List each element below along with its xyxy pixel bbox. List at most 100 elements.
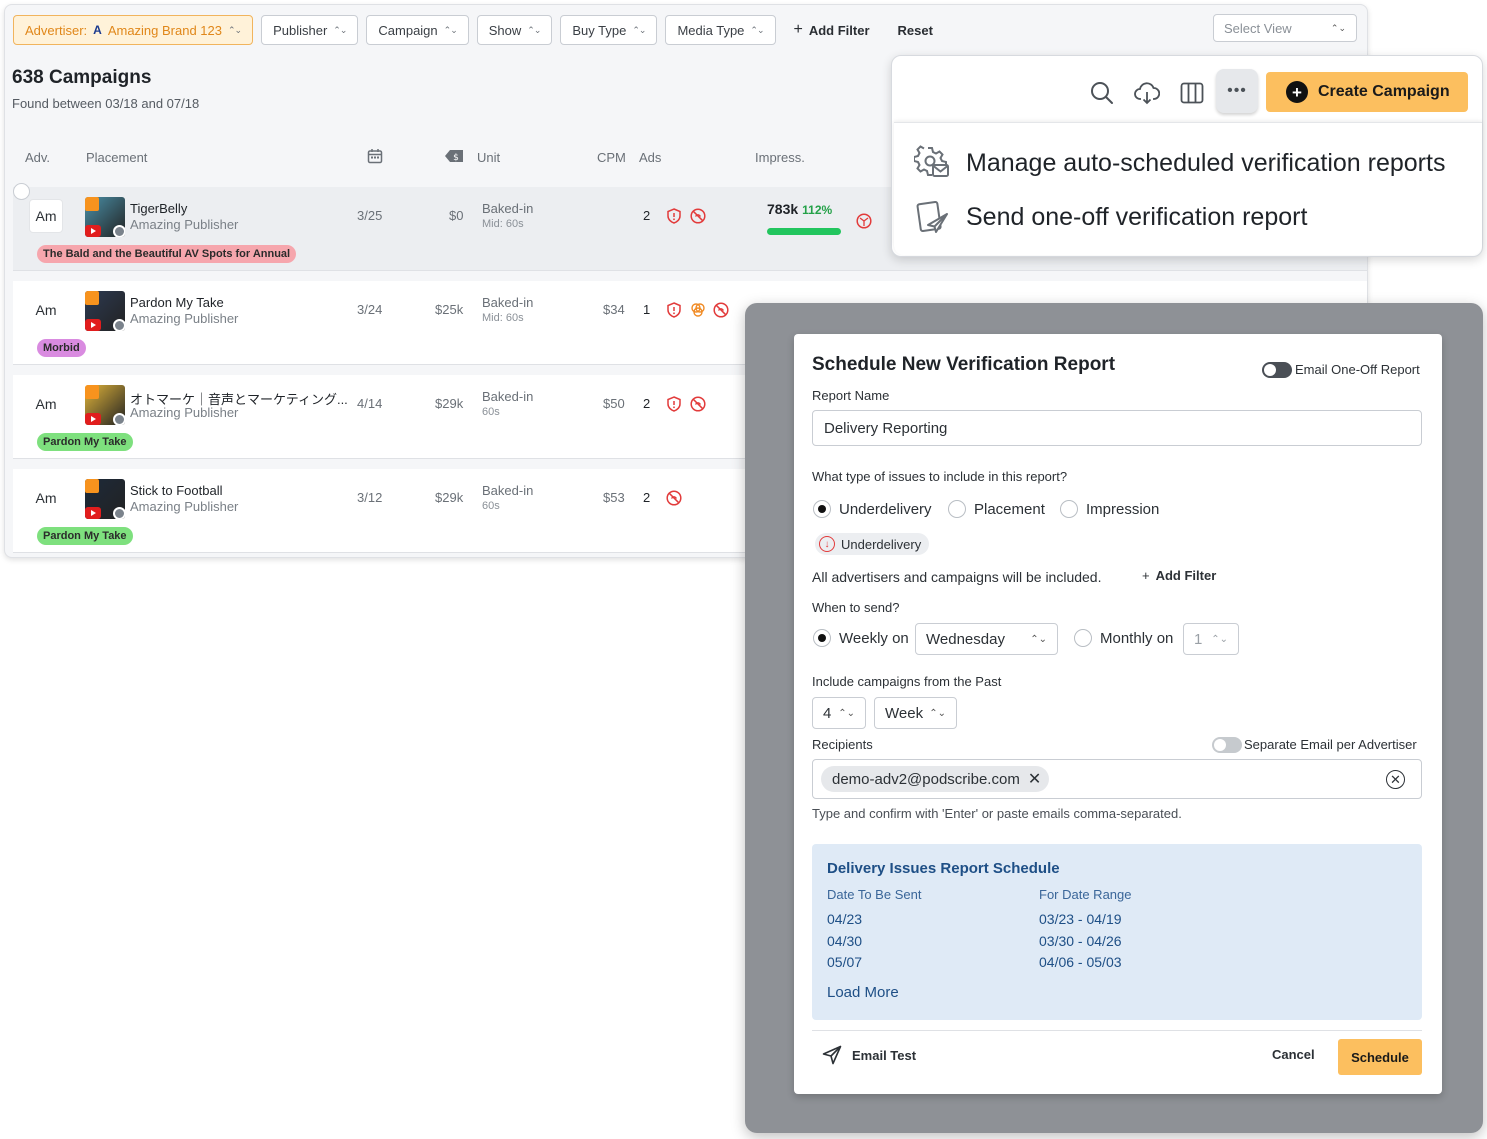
schedule-range: 03/30 - 04/26 (1039, 933, 1122, 949)
separate-email-toggle[interactable] (1212, 737, 1242, 753)
arrow-down-circle-icon: ↓ (819, 536, 835, 552)
schedule-title: Delivery Issues Report Schedule (827, 860, 1060, 877)
cancel-button[interactable]: Cancel (1272, 1047, 1315, 1062)
sync-icon (113, 507, 125, 519)
media-type-filter[interactable]: Media Type ⌃⌄ (665, 15, 776, 45)
shield-alert-icon[interactable] (666, 208, 682, 224)
weekday-select[interactable]: Wednesday ⌃⌄ (915, 623, 1058, 655)
podcast-artwork (85, 197, 125, 237)
modal-overlay[interactable]: Schedule New Verification Report Email O… (745, 303, 1483, 1133)
chevron-updown-icon: ⌃⌄ (333, 24, 347, 35)
menu-item-label: Send one-off verification report (966, 202, 1308, 231)
advertiser-filter-value: Amazing Brand 123 (107, 22, 222, 38)
email-one-off-toggle[interactable] (1262, 362, 1292, 378)
podcast-artwork (85, 479, 125, 519)
placement-name[interactable]: TigerBelly (130, 201, 187, 216)
overlap-icon[interactable] (690, 302, 706, 318)
row-select-radio[interactable] (13, 183, 30, 200)
clear-all-icon[interactable]: ✕ (1386, 770, 1405, 789)
header-unit[interactable]: Unit (477, 150, 500, 165)
past-unit-select[interactable]: Week ⌃⌄ (874, 697, 957, 729)
campaign-filter[interactable]: Campaign ⌃⌄ (366, 15, 469, 45)
sync-icon (113, 319, 125, 331)
email-test-button[interactable]: Email Test (822, 1045, 916, 1065)
youtube-icon (85, 507, 101, 519)
columns-icon[interactable] (1179, 80, 1205, 106)
impressions-value: 783k 112% (767, 201, 832, 217)
header-impressions[interactable]: Impress. (755, 150, 805, 165)
remove-recipient-icon[interactable]: ✕ (1028, 769, 1041, 789)
separate-email-label: Separate Email per Advertiser (1244, 737, 1417, 752)
radio-monthly[interactable]: Monthly on (1074, 629, 1173, 647)
placement-name[interactable]: Pardon My Take (130, 295, 224, 310)
start-date: 4/14 (357, 396, 383, 411)
header-placement[interactable]: Placement (86, 150, 147, 165)
chevron-updown-icon: ⌃⌄ (527, 24, 541, 35)
add-filter-button[interactable]: + Add Filter (784, 15, 880, 45)
radio-button[interactable] (1074, 629, 1092, 647)
schedule-col-date: Date To Be Sent (827, 887, 922, 902)
search-icon[interactable] (1089, 80, 1115, 106)
report-name-input[interactable]: Delivery Reporting (812, 410, 1422, 446)
modal-add-filter-button[interactable]: + Add Filter (1142, 568, 1216, 583)
select-view-placeholder: Select View (1224, 20, 1292, 36)
menu-item-send-report[interactable]: Send one-off verification report (914, 197, 1307, 237)
recipients-input[interactable]: demo-adv2@podscribe.com ✕ ✕ (812, 759, 1422, 799)
shield-alert-icon[interactable] (666, 302, 682, 318)
toolbar-card: ••• + Create Campaign Manage auto-schedu… (891, 55, 1483, 257)
shield-alert-icon[interactable] (666, 396, 682, 412)
show-filter-label: Show (488, 22, 522, 38)
youtube-icon (85, 413, 101, 425)
menu-item-manage-reports[interactable]: Manage auto-scheduled verification repor… (914, 143, 1445, 183)
chevron-updown-icon: ⌃⌄ (1211, 633, 1228, 645)
radio-weekly[interactable]: Weekly on (813, 629, 909, 647)
email-one-off-label: Email One-Off Report (1295, 362, 1420, 377)
header-cpm[interactable]: CPM (597, 150, 626, 165)
past-count-select[interactable]: 4 ⌃⌄ (812, 697, 866, 729)
radio-placement[interactable]: Placement (948, 500, 1045, 518)
add-filter-label: Add Filter (1155, 568, 1217, 583)
reset-button[interactable]: Reset (888, 15, 943, 45)
blocked-ad-icon[interactable] (713, 302, 729, 318)
download-cloud-icon[interactable] (1134, 80, 1160, 106)
radio-button[interactable] (948, 500, 966, 518)
rss-icon (85, 197, 99, 211)
price: $0 (449, 208, 464, 223)
placement-publisher: Amazing Publisher (130, 311, 239, 326)
publisher-filter[interactable]: Publisher ⌃⌄ (261, 15, 359, 45)
email-test-label: Email Test (852, 1047, 917, 1063)
month-day-value: 1 (1194, 630, 1203, 648)
select-view-dropdown[interactable]: Select View ⌃⌄ (1213, 14, 1357, 42)
schedule-button[interactable]: Schedule (1338, 1039, 1422, 1075)
header-ads[interactable]: Ads (639, 150, 661, 165)
more-options-button[interactable]: ••• (1216, 69, 1258, 113)
buy-type-filter[interactable]: Buy Type ⌃⌄ (560, 15, 658, 45)
placement-publisher: Amazing Publisher (130, 499, 239, 514)
radio-button[interactable] (1060, 500, 1078, 518)
price-tag-icon[interactable]: $ (444, 149, 464, 166)
placement-name[interactable]: Stick to Football (130, 483, 223, 498)
radio-impression[interactable]: Impression (1060, 500, 1159, 518)
show-filter[interactable]: Show ⌃⌄ (476, 15, 553, 45)
radio-button[interactable] (813, 629, 831, 647)
calendar-icon[interactable] (367, 148, 383, 167)
header-adv[interactable]: Adv. (25, 150, 50, 165)
load-more-link[interactable]: Load More (827, 984, 899, 1001)
send-report-icon (916, 200, 948, 233)
blocked-ad-icon[interactable] (690, 396, 706, 412)
advertiser-filter[interactable]: Advertiser: A Amazing Brand 123 ⌃⌄ (13, 15, 254, 45)
radio-underdelivery[interactable]: Underdelivery (813, 500, 932, 518)
start-date: 3/25 (357, 208, 383, 223)
advertiser-logo-mark: A (93, 23, 102, 37)
blocked-ad-icon[interactable] (666, 490, 682, 506)
create-campaign-button[interactable]: + Create Campaign (1266, 72, 1468, 112)
month-day-select[interactable]: 1 ⌃⌄ (1183, 623, 1239, 655)
pacing-alert-icon[interactable] (856, 213, 872, 229)
blocked-ad-icon[interactable] (690, 208, 706, 224)
campaign-tag: Morbid (37, 339, 86, 357)
unit-type: Baked-in (482, 201, 534, 216)
podcast-artwork (85, 291, 125, 331)
gear-mail-icon (914, 145, 949, 177)
radio-button[interactable] (813, 500, 831, 518)
youtube-icon (85, 225, 101, 237)
